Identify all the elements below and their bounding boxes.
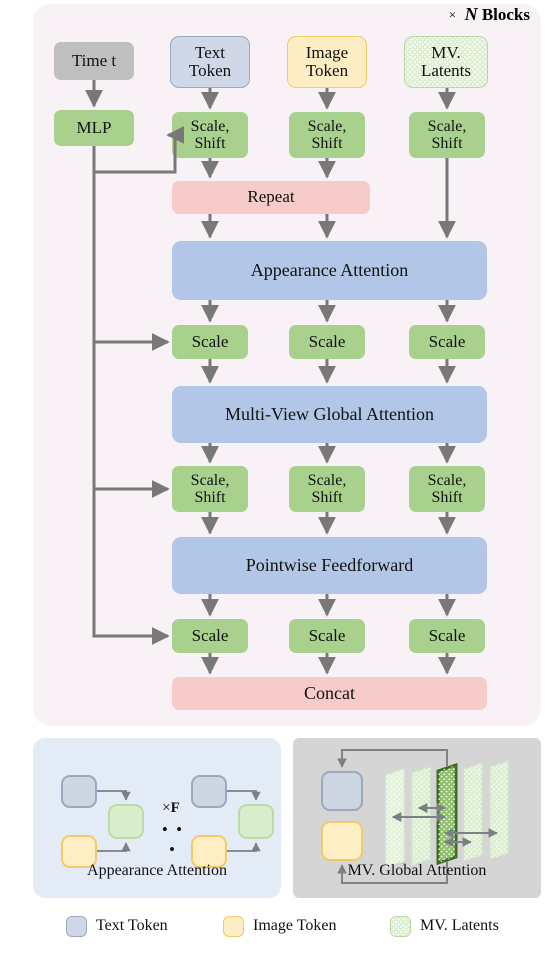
mvglobal-panel-caption: MV. Global Attention <box>347 862 487 879</box>
node-appearance-attention-label: Appearance Attention <box>250 259 409 280</box>
mini-mv-latent-2 <box>238 804 274 839</box>
mv-plane-1 <box>385 768 405 868</box>
node-text-token-label: Text Token <box>188 42 232 80</box>
node-repeat: Repeat <box>172 181 370 214</box>
node-image-token-label: Image Token <box>305 42 349 80</box>
node-scale-shift-mv-1-label: Scale, Shift <box>427 117 467 152</box>
legend-swatch-mv-latents <box>390 915 411 937</box>
diagram-root: × N Blocks Time t Text Token Image Token M… <box>0 0 548 976</box>
node-scale-mv-2: Scale <box>409 619 485 653</box>
node-mlp-label: MLP <box>76 117 112 137</box>
node-mv-latents-label: MV. Latents <box>420 42 472 80</box>
node-repeat-label: Repeat <box>247 187 295 207</box>
blocks-word: Blocks <box>481 5 530 24</box>
mv-plane-2 <box>411 766 431 866</box>
mv-plane-5 <box>489 760 509 860</box>
node-scale-shift-image-1: Scale, Shift <box>289 112 365 158</box>
mini-image-token-mv <box>321 821 363 861</box>
node-time-t: Time t <box>54 42 134 80</box>
node-scale-image-2: Scale <box>289 619 365 653</box>
node-concat-label: Concat <box>304 682 355 703</box>
node-pointwise-feedforward: Pointwise Feedforward <box>172 537 487 594</box>
node-scale-text-2-label: Scale <box>191 625 229 645</box>
mini-mv-latent-1 <box>108 804 144 839</box>
mv-plane-4 <box>463 762 483 862</box>
node-scale-text-1: Scale <box>172 325 248 359</box>
node-scale-image-1: Scale <box>289 325 365 359</box>
node-scale-shift-mv-2-label: Scale, Shift <box>427 471 467 506</box>
legend-swatch-image-token <box>223 915 244 937</box>
node-mlp: MLP <box>54 110 134 146</box>
node-scale-shift-image-1-label: Scale, Shift <box>307 117 347 152</box>
mini-text-token-mv <box>321 771 363 811</box>
node-scale-shift-text-1: Scale, Shift <box>172 112 248 158</box>
repeat-count-symbol: F <box>170 800 180 816</box>
repeat-times-symbol: × <box>162 800 171 816</box>
mv-global-attention-panel: MV. Global Attention <box>293 738 541 898</box>
node-appearance-attention: Appearance Attention <box>172 241 487 300</box>
node-scale-image-2-label: Scale <box>308 625 346 645</box>
node-scale-shift-text-1-label: Scale, Shift <box>190 117 230 152</box>
appearance-panel-caption: Appearance Attention <box>87 862 227 879</box>
node-multiview-global-attention: Multi-View Global Attention <box>172 386 487 443</box>
node-image-token: Image Token <box>287 36 367 88</box>
node-scale-shift-text-2-label: Scale, Shift <box>190 471 230 506</box>
node-scale-shift-mv-2: Scale, Shift <box>409 466 485 512</box>
ellipsis-label: • • • <box>161 820 185 859</box>
times-symbol: × <box>448 7 457 22</box>
legend-label-image-token: Image Token <box>253 917 337 934</box>
node-multiview-global-attention-label: Multi-View Global Attention <box>225 403 434 424</box>
legend-swatch-text-token <box>66 915 87 937</box>
node-pointwise-feedforward-label: Pointwise Feedforward <box>245 554 414 575</box>
node-scale-mv-1-label: Scale <box>428 331 466 351</box>
repeat-f-label: ×F <box>151 800 191 817</box>
node-scale-shift-image-2: Scale, Shift <box>289 466 365 512</box>
node-scale-shift-text-2: Scale, Shift <box>172 466 248 512</box>
node-text-token: Text Token <box>170 36 250 88</box>
node-scale-text-2: Scale <box>172 619 248 653</box>
legend-item-mv-latents: MV. Latents <box>390 906 499 946</box>
node-scale-text-1-label: Scale <box>191 331 229 351</box>
n-symbol: N <box>464 4 478 24</box>
legend-item-text-token: Text Token <box>66 906 168 946</box>
legend-label-mv-latents: MV. Latents <box>420 917 499 934</box>
mv-plane-3-highlighted <box>436 762 458 866</box>
node-scale-shift-mv-1: Scale, Shift <box>409 112 485 158</box>
node-scale-image-1-label: Scale <box>308 331 346 351</box>
mini-text-token-1 <box>61 775 97 808</box>
node-concat: Concat <box>172 677 487 710</box>
node-scale-mv-1: Scale <box>409 325 485 359</box>
legend-item-image-token: Image Token <box>223 906 336 946</box>
legend: Text Token Image Token MV. Latents <box>33 906 541 946</box>
n-blocks-label: × N Blocks <box>449 4 530 25</box>
mv-wire-to-text-token <box>337 749 448 768</box>
mini-text-token-2 <box>191 775 227 808</box>
node-mv-latents: MV. Latents <box>404 36 488 88</box>
node-time-t-label: Time t <box>71 50 117 70</box>
node-scale-shift-image-2-label: Scale, Shift <box>307 471 347 506</box>
legend-label-text-token: Text Token <box>96 917 168 934</box>
node-scale-mv-2-label: Scale <box>428 625 466 645</box>
appearance-attention-panel: ×F • • • Appearance Attention <box>33 738 281 898</box>
